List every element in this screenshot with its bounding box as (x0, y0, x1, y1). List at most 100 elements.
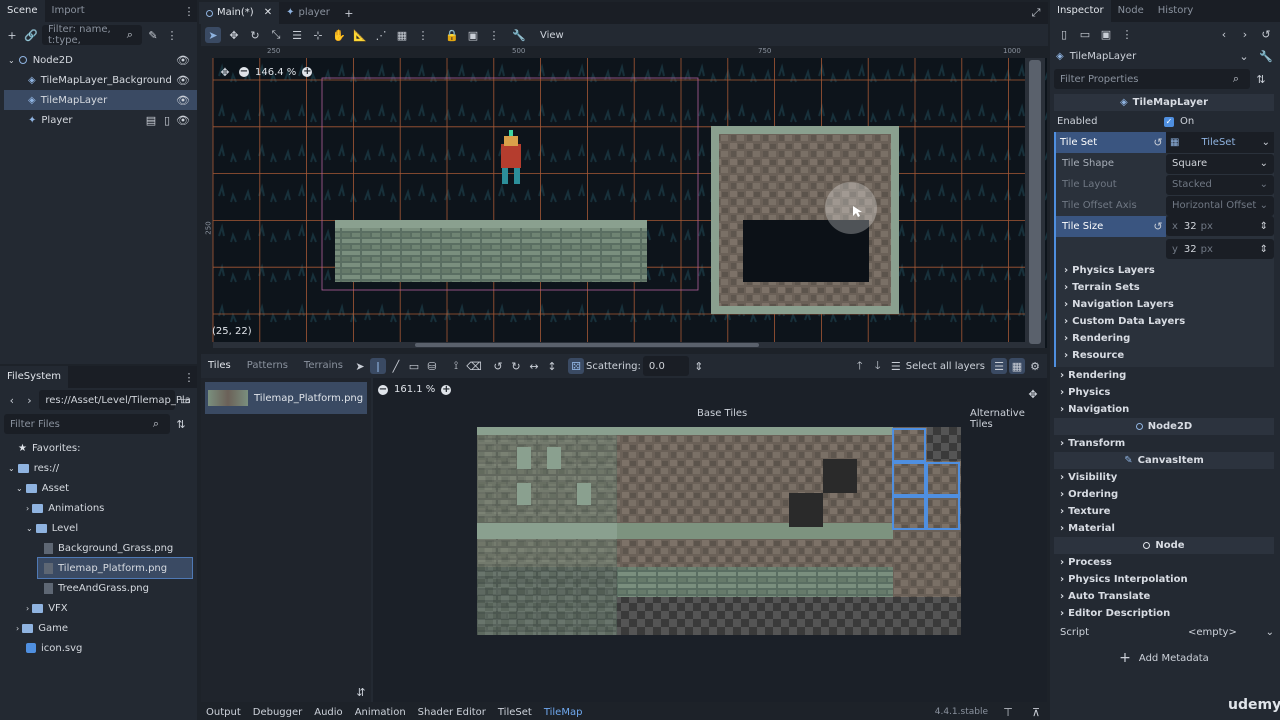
split-view-icon[interactable]: ▭ (177, 392, 193, 408)
chevron-right-icon[interactable]: › (1237, 26, 1253, 42)
tile-shape-select[interactable]: Square ⌄ (1166, 153, 1274, 174)
link-icon[interactable]: 🔗 (23, 27, 39, 43)
zoom-out-icon[interactable]: − (378, 384, 388, 395)
file-tilemap-platform[interactable]: Tilemap_Platform.png (37, 557, 193, 579)
inspector-section[interactable]: › Visibility (1054, 469, 1274, 486)
filesystem-filter-input[interactable]: Filter Files ⌕ (4, 414, 170, 434)
scene-filter-input[interactable]: Filter: name, t:type, ⌕ (42, 24, 142, 46)
rotate-tool-icon[interactable]: ↻ (247, 27, 263, 43)
tree-node-node2d[interactable]: ⌄ Node2D 👁 (4, 50, 197, 70)
inspector-section[interactable]: › Rendering (1054, 367, 1274, 384)
tab-player[interactable]: ✦ player (279, 2, 337, 24)
file-tree-and-grass[interactable]: TreeAndGrass.png (0, 578, 197, 598)
close-icon[interactable]: ✕ (264, 2, 272, 24)
eye-icon[interactable]: 👁 (175, 52, 191, 68)
tile-offset-axis-select[interactable]: Horizontal Offset ⌄ (1166, 195, 1274, 216)
inspector-section[interactable]: › Transform (1054, 435, 1274, 452)
skeleton-icon[interactable]: ⋮ (486, 27, 502, 43)
tilemap-settings-icon[interactable]: ⚙ (1027, 358, 1043, 374)
toggle-grid-icon[interactable]: ▦ (1009, 358, 1025, 374)
property-sort-icon[interactable]: ⇅ (1253, 71, 1269, 87)
inspector-section[interactable]: › Physics Layers (1056, 262, 1274, 279)
flip-h-icon[interactable]: ↔ (526, 358, 542, 374)
spin-arrows-icon[interactable]: ⇕ (691, 358, 707, 374)
inspector-section[interactable]: › Resource (1056, 347, 1274, 364)
scattering-input[interactable]: 0.0 (642, 356, 689, 376)
tile-set-resource[interactable]: ▦ TileSet ⌄ (1166, 132, 1274, 153)
random-tile-icon[interactable]: ⚄ (567, 358, 584, 374)
inspector-section[interactable]: › Custom Data Layers (1056, 313, 1274, 330)
inspector-section[interactable]: › Rendering (1056, 330, 1274, 347)
select-tool-icon[interactable]: ➤ (205, 27, 221, 43)
add-node-icon[interactable]: + (4, 27, 20, 43)
script-icon[interactable]: ✎ (145, 27, 161, 43)
flip-v-icon[interactable]: ↕ (544, 358, 560, 374)
inspector-section[interactable]: › Physics (1054, 384, 1274, 401)
tab-filesystem[interactable]: FileSystem (0, 366, 69, 388)
inspector-section[interactable]: › Ordering (1054, 486, 1274, 503)
menu-dots-icon[interactable]: ⋮ (181, 369, 197, 385)
menu-dots-icon[interactable]: ⋮ (181, 3, 197, 19)
tab-debugger[interactable]: Debugger (253, 707, 303, 718)
object-tool-icon[interactable]: 🔧 (1258, 48, 1274, 64)
tab-output[interactable]: Output (206, 707, 241, 718)
folder-animations[interactable]: › Animations (0, 498, 197, 518)
add-tab-icon[interactable]: + (341, 5, 357, 21)
viewport-2d[interactable]: 250 500 750 1000 250 ✥ − 146.4 % + (25, … (201, 46, 1047, 348)
revert-icon[interactable]: ↺ (1150, 135, 1166, 151)
tile-size-x-input[interactable]: x 32 px ⇕ (1166, 216, 1274, 236)
film-icon[interactable]: ▤ (143, 112, 159, 128)
tab-animation[interactable]: Animation (355, 707, 406, 718)
script-icon[interactable]: ▯ (159, 112, 175, 128)
rect-tool-icon[interactable]: ▭ (406, 358, 422, 374)
more-icon[interactable]: ⋮ (164, 27, 180, 43)
grid-snap-icon[interactable]: ▦ (394, 27, 410, 43)
folder-vfx[interactable]: › VFX (0, 598, 197, 618)
rotate-left-icon[interactable]: ↺ (490, 358, 506, 374)
group-icon[interactable]: ▣ (465, 27, 481, 43)
inspected-object[interactable]: TileMapLayer (1070, 51, 1137, 62)
tab-node[interactable]: Node (1111, 0, 1151, 22)
move-layer-up-icon[interactable]: 🡑 (852, 358, 868, 374)
move-tool-icon[interactable]: ✥ (226, 27, 242, 43)
path-input[interactable]: res://Asset/Level/Tilemap_Pla (39, 390, 191, 410)
more-icon[interactable]: ⋮ (1119, 26, 1135, 42)
line-tool-icon[interactable]: ╱ (388, 358, 404, 374)
chevron-left-icon[interactable]: ‹ (1216, 26, 1232, 42)
file-background-grass[interactable]: Background_Grass.png (0, 538, 197, 558)
select-tool-icon[interactable]: ➤ (352, 358, 368, 374)
bone-icon[interactable]: 🔧 (511, 27, 527, 43)
chevron-left-icon[interactable]: ‹ (4, 392, 20, 408)
ruler-tool-icon[interactable]: 📐 (352, 27, 368, 43)
atlas-zoom-value[interactable]: 161.1 % (394, 384, 435, 395)
inspector-section[interactable]: › Material (1054, 520, 1274, 537)
script-select[interactable]: <empty> ⌄ (1164, 627, 1274, 638)
paint-tool-icon[interactable]: ǀ (369, 358, 386, 374)
select-all-layers-button[interactable]: Select all layers (906, 361, 985, 372)
sort-icon[interactable]: ⇅ (173, 416, 189, 432)
revert-icon[interactable]: ↺ (1150, 219, 1166, 235)
tab-tiles[interactable]: Tiles (201, 354, 238, 378)
tab-scene[interactable]: Scene (0, 0, 45, 22)
tab-shader-editor[interactable]: Shader Editor (418, 707, 486, 718)
enabled-checkbox[interactable]: ✓ (1164, 116, 1174, 127)
zoom-in-icon[interactable]: + (302, 67, 313, 77)
pin-icon[interactable]: ⊤ (1000, 704, 1016, 720)
bucket-tool-icon[interactable]: ⛁ (424, 358, 440, 374)
move-layer-down-icon[interactable]: 🡓 (870, 358, 886, 374)
center-view-icon[interactable]: ✥ (217, 64, 233, 80)
list-select-icon[interactable]: ☰ (289, 27, 305, 43)
smart-snap-icon[interactable]: ⋰ (373, 27, 389, 43)
highlight-layer-icon[interactable]: ☰ (991, 358, 1007, 374)
history-icon[interactable]: ↺ (1258, 26, 1274, 42)
fullscreen-icon[interactable]: ⤢ (1028, 5, 1044, 21)
inspector-section[interactable]: › Terrain Sets (1056, 279, 1274, 296)
new-resource-icon[interactable]: ▯ (1056, 26, 1072, 42)
tab-terrains[interactable]: Terrains (297, 354, 350, 378)
tree-node-player[interactable]: ✦ Player ▤ ▯ 👁 (4, 110, 197, 130)
folder-level[interactable]: ⌄ Level (0, 518, 197, 538)
tab-inspector[interactable]: Inspector (1050, 0, 1111, 22)
rotate-right-icon[interactable]: ↻ (508, 358, 524, 374)
add-metadata-button[interactable]: + Add Metadata (1054, 645, 1274, 671)
tile-layout-select[interactable]: Stacked ⌄ (1166, 174, 1274, 195)
